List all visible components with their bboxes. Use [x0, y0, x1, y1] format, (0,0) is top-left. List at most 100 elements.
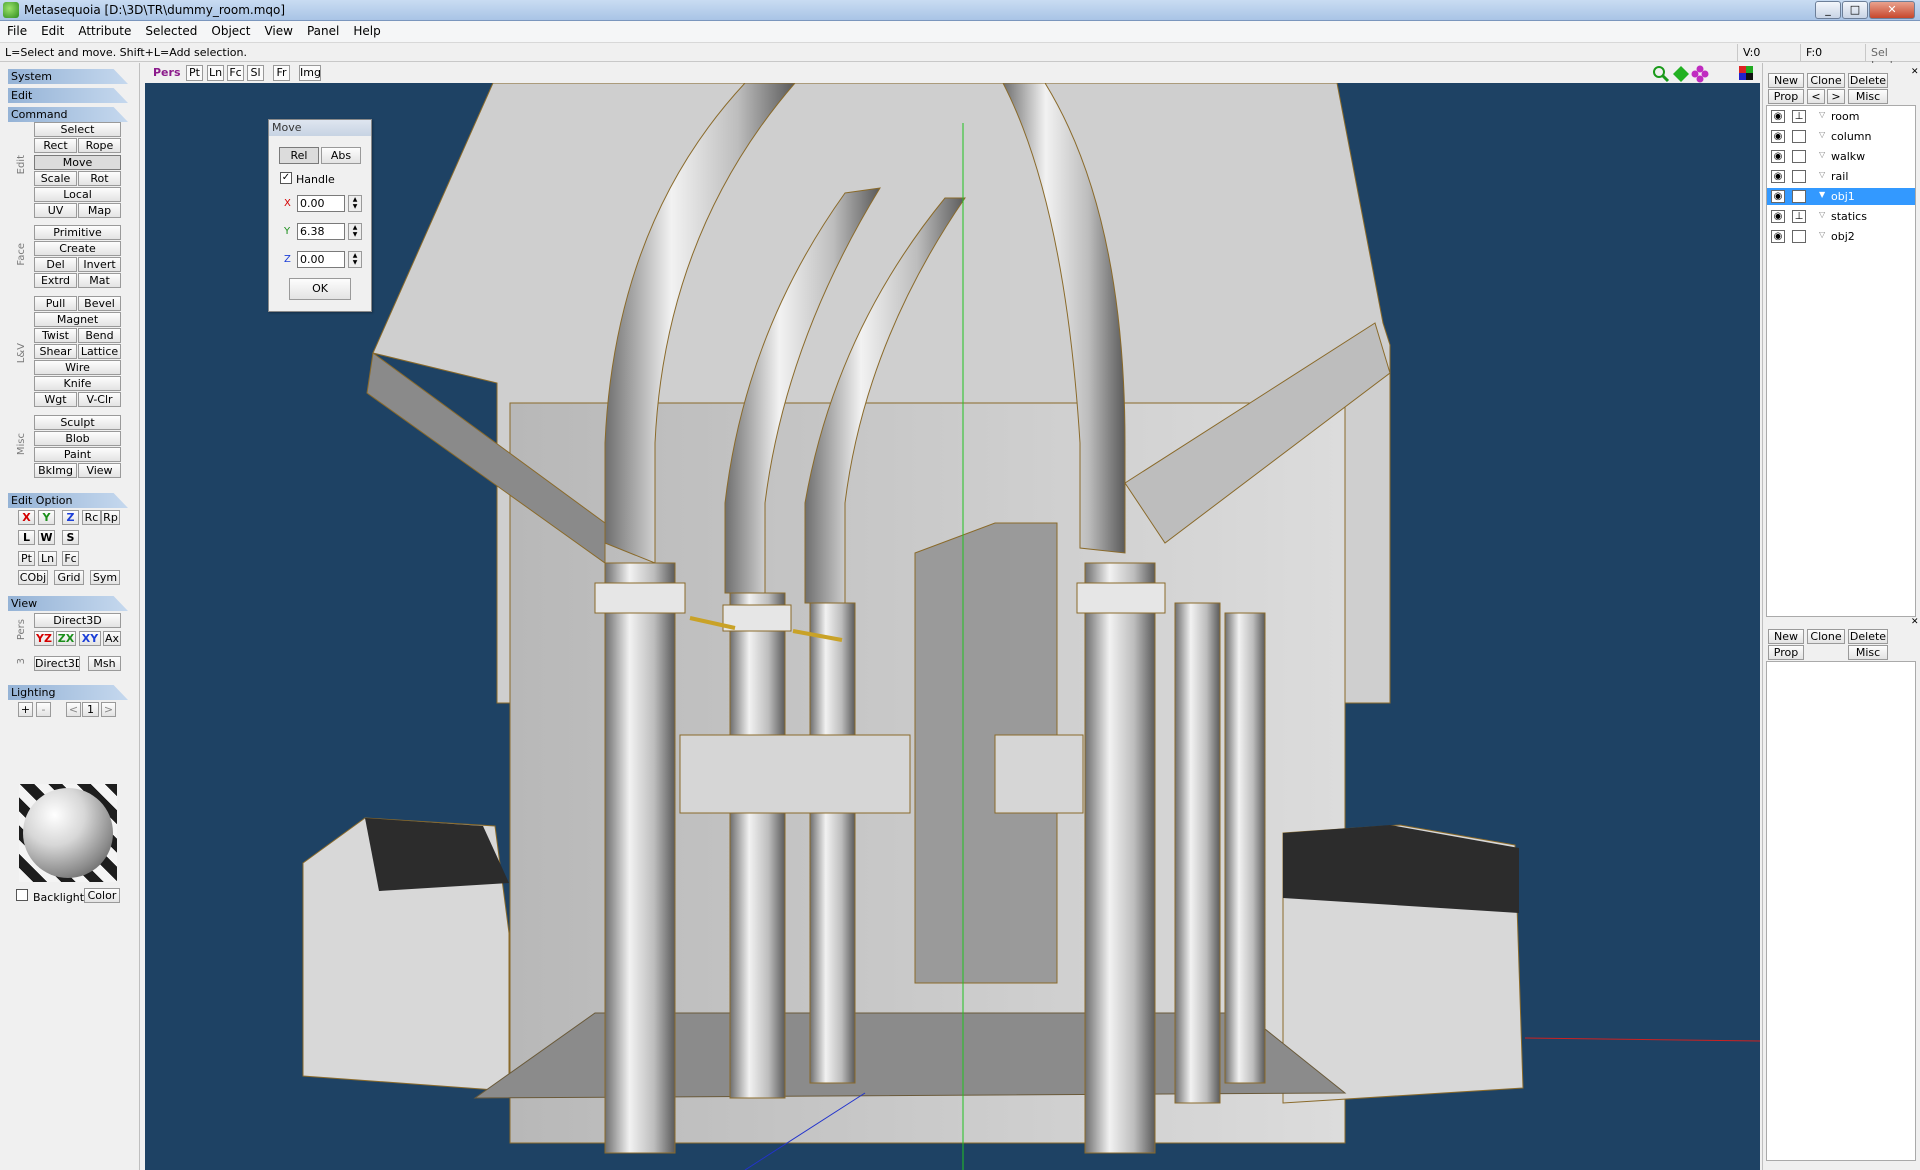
close-icon[interactable]: ✕	[1911, 67, 1919, 77]
lock-icon[interactable]: ⊥	[1792, 110, 1806, 123]
zoom-icon[interactable]	[1652, 65, 1670, 83]
x-input[interactable]: 0.00	[297, 195, 345, 212]
sculpt-button[interactable]: Sculpt	[34, 415, 121, 430]
z-input[interactable]: 0.00	[297, 251, 345, 268]
local-coord-button[interactable]: L	[18, 530, 35, 545]
menu-object[interactable]: Object	[204, 21, 257, 41]
display-frame-button[interactable]: Fr	[273, 65, 290, 81]
relative-mode-button[interactable]: Rel	[279, 147, 319, 164]
pan-icon[interactable]	[1672, 65, 1690, 83]
x-spinner[interactable]: ▲ ▼	[348, 195, 362, 212]
new-material-button[interactable]: New	[1768, 629, 1804, 644]
ok-button[interactable]: OK	[289, 278, 351, 300]
light-prev-button[interactable]: <	[66, 702, 81, 717]
select-button[interactable]: Select	[34, 122, 121, 137]
invert-button[interactable]: Invert	[78, 257, 121, 272]
clone-material-button[interactable]: Clone	[1807, 629, 1845, 644]
menu-file[interactable]: File	[0, 21, 34, 41]
expand-icon[interactable]: ▽	[1819, 170, 1825, 179]
lock-icon[interactable]	[1792, 150, 1806, 163]
display-line-button[interactable]: Ln	[207, 65, 224, 81]
expand-icon[interactable]: ▽	[1819, 210, 1825, 219]
visibility-eye-icon[interactable]: ◉	[1771, 110, 1785, 123]
view-mode-label[interactable]: Pers	[153, 66, 181, 79]
expand-icon[interactable]: ▽	[1819, 110, 1825, 119]
sel-lock-button[interactable]: Sel Lock	[1865, 44, 1920, 72]
create-button[interactable]: Create	[34, 241, 121, 256]
object-row-statics[interactable]: ◉ ⊥ ▽ statics	[1767, 208, 1915, 225]
3d-viewport[interactable]	[145, 83, 1760, 1170]
bkimg-button[interactable]: BkImg	[34, 463, 77, 478]
close-icon[interactable]: ✕	[1911, 617, 1919, 627]
select-line-button[interactable]: Ln	[38, 551, 57, 566]
expand-icon[interactable]: ▽	[1819, 150, 1825, 159]
section-system[interactable]: System	[8, 69, 128, 84]
minimize-button[interactable]: _	[1815, 1, 1841, 19]
handle-checkbox[interactable]: ✓	[280, 172, 292, 184]
expand-icon[interactable]: ▽	[1819, 130, 1825, 139]
object-prev-button[interactable]: <	[1807, 89, 1825, 104]
view-command-button[interactable]: View	[78, 463, 121, 478]
direct3d-pers-button[interactable]: Direct3D	[34, 613, 121, 628]
y-input[interactable]: 6.38	[297, 223, 345, 240]
map-button[interactable]: Map	[78, 203, 121, 218]
object-row-walkw[interactable]: ◉ ▽ walkw	[1767, 148, 1915, 165]
maximize-button[interactable]: □	[1842, 1, 1868, 19]
material-properties-button[interactable]: Prop	[1768, 645, 1804, 660]
lock-y-button[interactable]: Y	[38, 510, 55, 525]
light-remove-button[interactable]: -	[36, 702, 51, 717]
move-button[interactable]: Move	[34, 155, 121, 170]
view-zx-button[interactable]: ZX	[56, 631, 76, 646]
bend-button[interactable]: Bend	[78, 328, 121, 343]
expand-icon[interactable]: ▼	[1819, 190, 1825, 199]
section-lighting[interactable]: Lighting	[8, 685, 128, 700]
z-spinner[interactable]: ▲ ▼	[348, 251, 362, 268]
clone-object-button[interactable]: Clone	[1807, 73, 1845, 88]
rc-button[interactable]: Rc	[82, 510, 101, 525]
uv-button[interactable]: UV	[34, 203, 77, 218]
select-face-button[interactable]: Fc	[62, 551, 79, 566]
lattice-button[interactable]: Lattice	[78, 344, 121, 359]
select-point-button[interactable]: Pt	[18, 551, 35, 566]
light-direction-sphere[interactable]	[19, 784, 117, 882]
knife-button[interactable]: Knife	[34, 376, 121, 391]
mesh-button[interactable]: Msh	[88, 656, 121, 671]
display-shading-button[interactable]: Sl	[247, 65, 264, 81]
visibility-eye-icon[interactable]: ◉	[1771, 210, 1785, 223]
expand-icon[interactable]: ▽	[1819, 230, 1825, 239]
lock-x-button[interactable]: X	[18, 510, 35, 525]
extrude-button[interactable]: Extrd	[34, 273, 77, 288]
lock-z-button[interactable]: Z	[62, 510, 79, 525]
object-row-rail[interactable]: ◉ ▽ rail	[1767, 168, 1915, 185]
light-add-button[interactable]: +	[18, 702, 33, 717]
menu-panel[interactable]: Panel	[300, 21, 346, 41]
lock-icon[interactable]	[1792, 170, 1806, 183]
magnet-button[interactable]: Magnet	[34, 312, 121, 327]
blob-button[interactable]: Blob	[34, 431, 121, 446]
wire-button[interactable]: Wire	[34, 360, 121, 375]
delete-object-button[interactable]: Delete	[1848, 73, 1888, 88]
move-dialog-title[interactable]: Move	[269, 120, 371, 136]
display-image-button[interactable]: Img	[299, 65, 321, 81]
lock-icon[interactable]	[1792, 230, 1806, 243]
display-point-button[interactable]: Pt	[186, 65, 203, 81]
menu-view[interactable]: View	[257, 21, 299, 41]
visibility-eye-icon[interactable]: ◉	[1771, 170, 1785, 183]
object-row-obj1[interactable]: ◉ ▼ obj1	[1767, 188, 1915, 205]
menu-help[interactable]: Help	[346, 21, 387, 41]
view-yz-button[interactable]: YZ	[34, 631, 54, 646]
rope-button[interactable]: Rope	[78, 138, 121, 153]
symmetry-button[interactable]: Sym	[90, 570, 120, 585]
direct3d-3view-button[interactable]: Direct3D	[34, 656, 80, 671]
section-command[interactable]: Command	[8, 107, 128, 122]
visibility-eye-icon[interactable]: ◉	[1771, 230, 1785, 243]
section-edit-option[interactable]: Edit Option	[8, 493, 128, 508]
object-misc-button[interactable]: Misc	[1848, 89, 1888, 104]
current-object-button[interactable]: CObj	[18, 570, 48, 585]
object-next-button[interactable]: >	[1827, 89, 1845, 104]
object-row-obj2[interactable]: ◉ ▽ obj2	[1767, 228, 1915, 245]
menu-selected[interactable]: Selected	[138, 21, 204, 41]
material-misc-button[interactable]: Misc	[1848, 645, 1888, 660]
paint-button[interactable]: Paint	[34, 447, 121, 462]
delete-face-button[interactable]: Del	[34, 257, 77, 272]
